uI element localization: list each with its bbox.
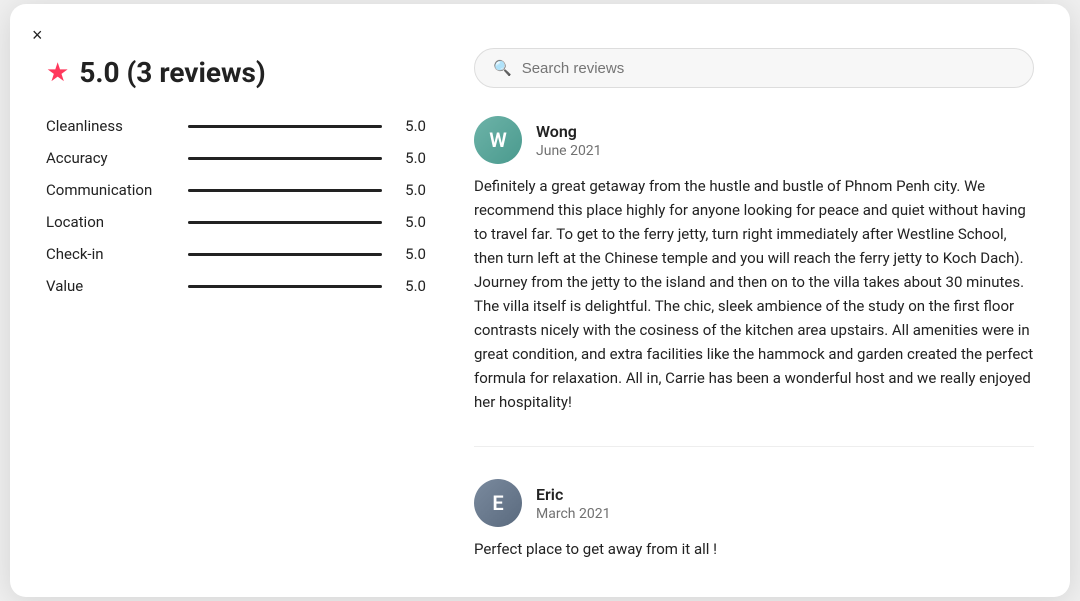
reviewer-name: Eric <box>536 485 610 504</box>
category-row: Check-in 5.0 <box>46 245 426 263</box>
category-row: Value 5.0 <box>46 277 426 295</box>
right-panel: 🔍 W Wong June 2021 Definitely a great ge… <box>474 48 1034 561</box>
search-input[interactable] <box>522 60 1015 77</box>
category-label: Location <box>46 213 176 231</box>
category-bar <box>188 285 382 288</box>
category-bar-fill <box>188 253 382 256</box>
avatar: E <box>474 479 522 527</box>
category-row: Accuracy 5.0 <box>46 149 426 167</box>
category-bar <box>188 189 382 192</box>
star-icon: ★ <box>46 58 69 88</box>
category-row: Communication 5.0 <box>46 181 426 199</box>
reviewer-date: June 2021 <box>536 143 602 159</box>
category-bar-fill <box>188 189 382 192</box>
review-text: Definitely a great getaway from the hust… <box>474 174 1034 414</box>
category-bar-fill <box>188 221 382 224</box>
search-icon: 🔍 <box>493 59 512 77</box>
reviews-modal: × ★ 5.0 (3 reviews) Cleanliness 5.0 Accu… <box>10 4 1070 597</box>
modal-body: ★ 5.0 (3 reviews) Cleanliness 5.0 Accura… <box>46 48 1034 561</box>
close-button[interactable]: × <box>28 22 47 48</box>
category-score: 5.0 <box>394 117 426 135</box>
review-item: W Wong June 2021 Definitely a great geta… <box>474 116 1034 414</box>
category-bar-fill <box>188 285 382 288</box>
category-bar <box>188 253 382 256</box>
reviewer-date: March 2021 <box>536 506 610 522</box>
category-bar <box>188 157 382 160</box>
category-row: Cleanliness 5.0 <box>46 117 426 135</box>
reviewer-info: E Eric March 2021 <box>474 479 1034 527</box>
category-score: 5.0 <box>394 181 426 199</box>
category-row: Location 5.0 <box>46 213 426 231</box>
category-label: Check-in <box>46 245 176 263</box>
review-item: E Eric March 2021 Perfect place to get a… <box>474 479 1034 561</box>
category-list: Cleanliness 5.0 Accuracy 5.0 Communicati… <box>46 117 426 295</box>
reviewer-details: Eric March 2021 <box>536 485 610 522</box>
reviewer-info: W Wong June 2021 <box>474 116 1034 164</box>
category-label: Cleanliness <box>46 117 176 135</box>
reviewer-name: Wong <box>536 122 602 141</box>
avatar: W <box>474 116 522 164</box>
left-panel: ★ 5.0 (3 reviews) Cleanliness 5.0 Accura… <box>46 48 426 561</box>
search-bar: 🔍 <box>474 48 1034 88</box>
review-list: W Wong June 2021 Definitely a great geta… <box>474 116 1034 561</box>
reviewer-details: Wong June 2021 <box>536 122 602 159</box>
category-label: Communication <box>46 181 176 199</box>
category-bar-fill <box>188 157 382 160</box>
rating-header: ★ 5.0 (3 reviews) <box>46 56 426 89</box>
category-score: 5.0 <box>394 213 426 231</box>
rating-text: 5.0 (3 reviews) <box>79 56 265 89</box>
category-bar-fill <box>188 125 382 128</box>
category-score: 5.0 <box>394 277 426 295</box>
category-score: 5.0 <box>394 245 426 263</box>
category-label: Accuracy <box>46 149 176 167</box>
review-text: Perfect place to get away from it all ! <box>474 537 1034 561</box>
category-bar <box>188 221 382 224</box>
category-label: Value <box>46 277 176 295</box>
category-bar <box>188 125 382 128</box>
category-score: 5.0 <box>394 149 426 167</box>
